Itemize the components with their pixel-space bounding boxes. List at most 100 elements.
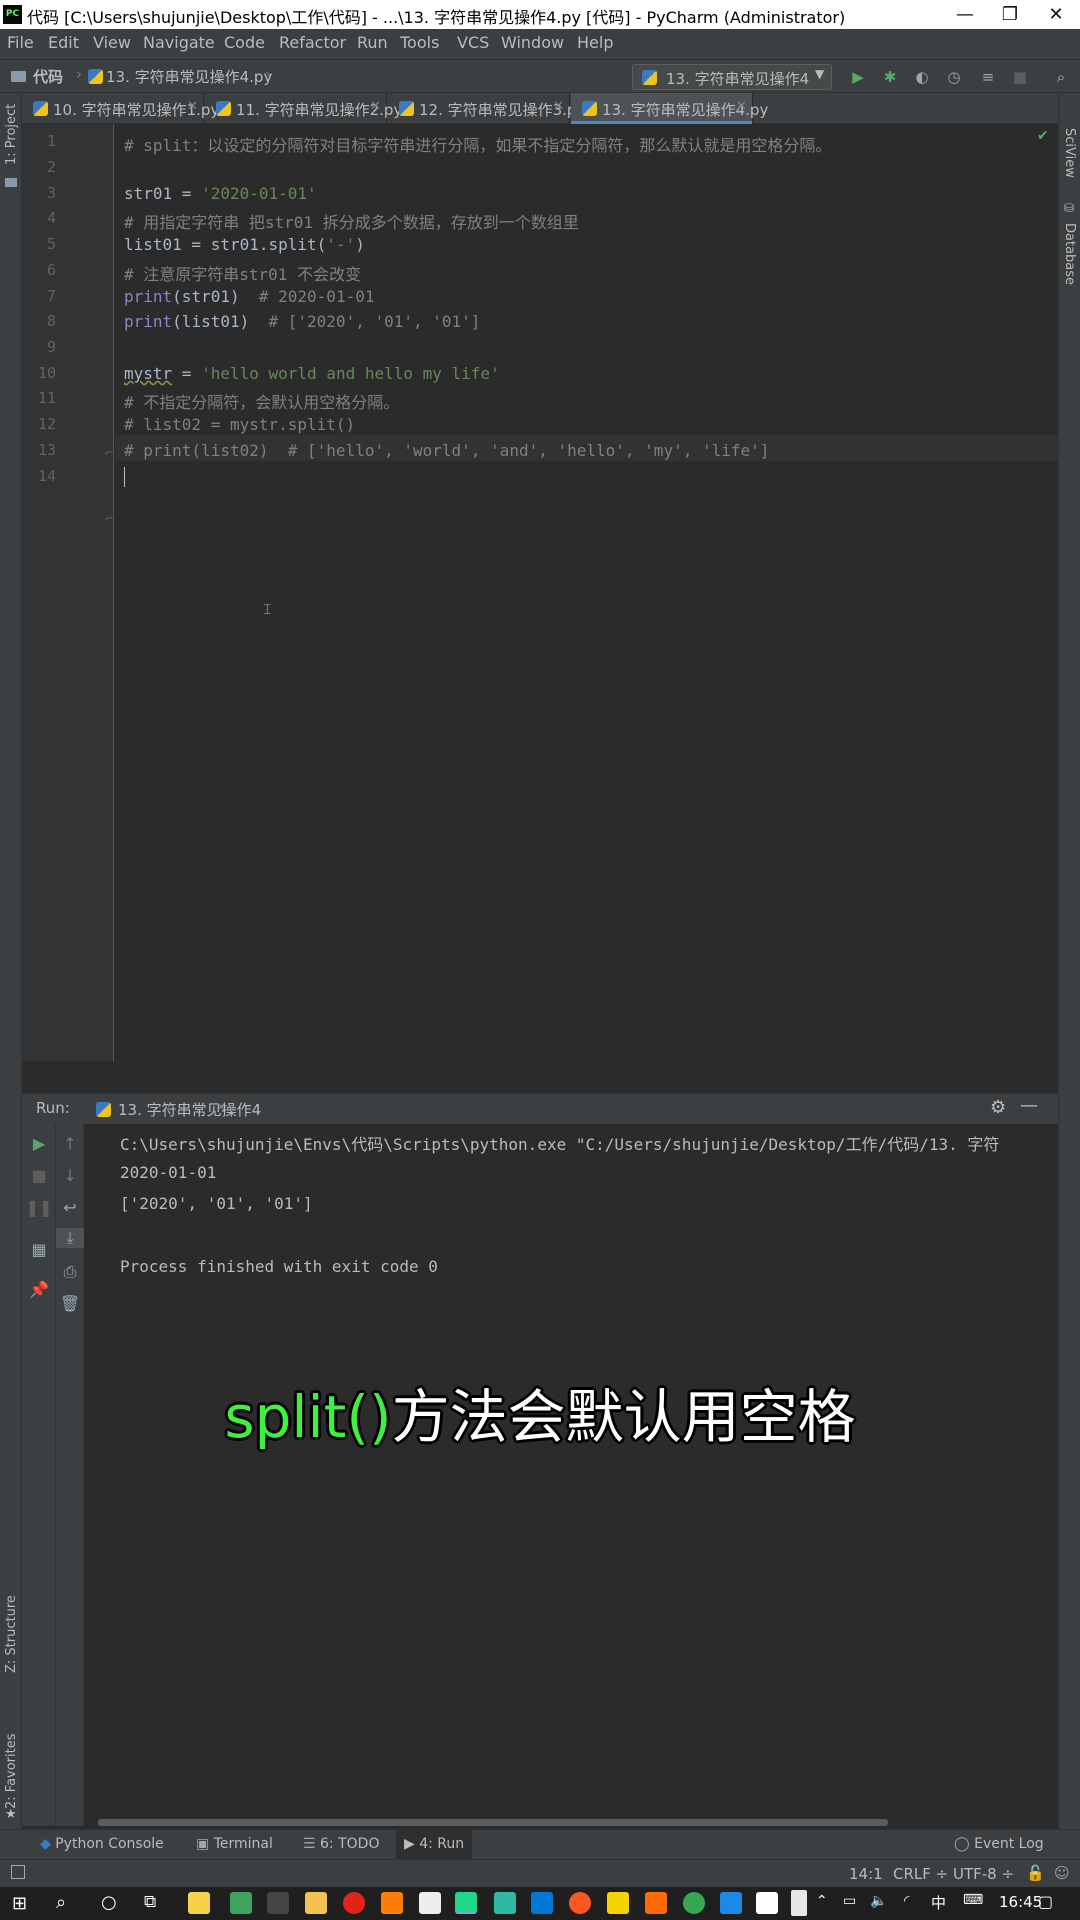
stop-icon[interactable]: ■ [1011, 68, 1029, 86]
fold-marker-icon[interactable]: ⌐ [105, 512, 114, 525]
trash-icon[interactable]: 🗑 [56, 1294, 84, 1313]
restore-button[interactable]: ❐ [990, 2, 1030, 27]
layout-icon[interactable]: ▦ [22, 1240, 56, 1259]
pause-icon[interactable]: ❚❚ [22, 1198, 56, 1217]
app-icon[interactable] [267, 1892, 289, 1914]
menu-edit[interactable]: Edit [48, 33, 79, 52]
run-tool-button-active[interactable]: ▶ 4: Run [396, 1830, 473, 1859]
app-icon[interactable] [419, 1892, 441, 1914]
app-icon[interactable] [720, 1892, 742, 1914]
wifi-icon[interactable]: ◜ [904, 1893, 909, 1909]
menu-file[interactable]: File [7, 33, 34, 52]
volume-icon[interactable]: 🔈 [870, 1893, 887, 1909]
app-icon[interactable] [683, 1892, 705, 1914]
app-icon[interactable] [230, 1892, 252, 1914]
minimize-button[interactable]: — [945, 2, 985, 27]
caret-position[interactable]: 14:1 [849, 1865, 883, 1883]
coverage-icon[interactable]: ◐ [913, 68, 931, 86]
breadcrumb-project[interactable]: 代码 [33, 66, 63, 87]
menu-code[interactable]: Code [224, 33, 265, 52]
horizontal-scrollbar[interactable] [98, 1819, 888, 1826]
menu-refactor[interactable]: Refactor [279, 33, 346, 52]
profile-icon[interactable]: ◷ [945, 68, 963, 86]
app-icon[interactable] [305, 1892, 327, 1914]
sciview-tool-button[interactable]: SciView [1062, 128, 1077, 178]
code-editor[interactable]: 1 2 3 4 5 6 7 8 9 10 11 12 13 14 ⌐ ⌐ ✔ #… [22, 124, 1058, 1061]
tab-file-1[interactable]: 10. 字符串常见操作1.py ✕ [22, 93, 219, 124]
search-icon[interactable]: ⌕ [56, 1892, 66, 1913]
ime-indicator[interactable]: 中 [931, 1892, 946, 1913]
app-icon[interactable] [645, 1892, 667, 1914]
line-separator-select[interactable]: CRLF ÷ [893, 1865, 948, 1883]
encoding-select[interactable]: UTF-8 ÷ [953, 1865, 1014, 1883]
soft-wrap-icon[interactable]: ↩ [56, 1198, 84, 1217]
keyboard-icon[interactable]: ⌨ [963, 1892, 983, 1908]
stop-run-icon[interactable]: ■ [22, 1166, 56, 1185]
pycharm-taskbar-icon[interactable] [455, 1892, 477, 1914]
notifications-icon[interactable]: ▢ [1038, 1892, 1053, 1911]
scroll-down-icon[interactable]: ↓ [56, 1166, 84, 1185]
close-tab-icon[interactable]: ✕ [553, 99, 564, 114]
app-icon[interactable] [343, 1892, 365, 1914]
close-tab-icon[interactable]: ✕ [736, 99, 747, 114]
structure-tool-button[interactable]: Z: Structure [4, 1595, 19, 1673]
menu-window[interactable]: Window [501, 33, 564, 52]
favorites-tool-button[interactable]: 2: Favorites [4, 1733, 19, 1809]
app-icon[interactable] [569, 1892, 591, 1914]
tab-file-4-active[interactable]: 13. 字符串常见操作4.py ✕ [571, 93, 768, 124]
breadcrumb-file[interactable]: 13. 字符串常见操作4.py [106, 66, 272, 87]
app-icon[interactable] [756, 1892, 778, 1914]
close-run-tab-icon[interactable]: ✕ [216, 1100, 226, 1114]
scrollbar-widget[interactable] [791, 1890, 807, 1916]
app-icon[interactable] [188, 1892, 210, 1914]
close-tab-icon[interactable]: ✕ [187, 99, 198, 114]
toggle-tool-windows-icon[interactable] [11, 1865, 25, 1879]
cortana-icon[interactable]: ○ [101, 1892, 117, 1913]
fold-marker-icon[interactable]: ⌐ [105, 446, 114, 459]
project-tool-button[interactable]: 1: Project [4, 104, 19, 165]
task-view-icon[interactable]: ⧉ [144, 1892, 156, 1912]
output-line: 2020-01-01 [120, 1163, 217, 1182]
app-icon[interactable] [381, 1892, 403, 1914]
battery-icon[interactable]: ▭ [843, 1893, 856, 1909]
inspector-icon[interactable]: ☺ [1054, 1864, 1070, 1882]
app-icon[interactable] [607, 1892, 629, 1914]
menu-navigate[interactable]: Navigate [143, 33, 215, 52]
todo-tool-button[interactable]: ☰ 6: TODO [303, 1836, 379, 1852]
debug-icon[interactable]: ✱ [881, 68, 899, 86]
concurrency-icon[interactable]: ≡ [979, 68, 997, 86]
lock-icon[interactable]: 🔓 [1026, 1864, 1045, 1882]
windows-start-icon[interactable]: ⊞ [12, 1893, 27, 1914]
pin-icon[interactable]: 📌 [22, 1280, 56, 1299]
menu-tools[interactable]: Tools [400, 33, 439, 52]
menu-vcs[interactable]: VCS [457, 33, 489, 52]
menu-run[interactable]: Run [357, 33, 388, 52]
chevron-up-icon[interactable]: ⌃ [816, 1893, 828, 1909]
run-tab-label[interactable]: 13. 字符串常见操作4 [118, 1099, 261, 1120]
close-button[interactable]: ✕ [1036, 2, 1076, 27]
run-configuration-select[interactable]: 13. 字符串常见操作4 ▼ [632, 64, 832, 90]
vscode-icon[interactable] [531, 1892, 553, 1914]
close-tab-icon[interactable]: ✕ [370, 99, 381, 114]
run-output-panel[interactable]: ▶ ■ ❚❚ ▦ 📌 ↑ ↓ ↩ ⤓ ⎙ 🗑 C:\Users\shujunji… [22, 1124, 1058, 1826]
gear-icon[interactable]: ⚙ [990, 1097, 1006, 1118]
inspection-ok-icon[interactable]: ✔ [1037, 128, 1049, 144]
tab-file-2[interactable]: 11. 字符串常见操作2.py ✕ [205, 93, 402, 124]
scroll-to-end-icon[interactable]: ⤓ [56, 1228, 84, 1248]
tab-file-3[interactable]: 12. 字符串常见操作3.py ✕ [388, 93, 585, 124]
clock[interactable]: 16:45 [999, 1893, 1042, 1911]
terminal-tool-button[interactable]: ▣ Terminal [196, 1836, 273, 1852]
code-line-12: # list02 = mystr.split() [124, 415, 356, 434]
database-tool-button[interactable]: Database [1062, 223, 1077, 285]
menu-help[interactable]: Help [577, 33, 613, 52]
hide-panel-icon[interactable]: — [1020, 1095, 1038, 1116]
search-icon[interactable]: ⌕ [1052, 68, 1070, 86]
app-icon[interactable] [494, 1892, 516, 1914]
python-console-tool-button[interactable]: ◆ Python Console [40, 1836, 164, 1852]
event-log-tool-button[interactable]: ◯ Event Log [954, 1836, 1044, 1852]
menu-view[interactable]: View [93, 33, 131, 52]
print-icon[interactable]: ⎙ [56, 1262, 84, 1282]
scroll-up-icon[interactable]: ↑ [56, 1134, 84, 1153]
rerun-icon[interactable]: ▶ [22, 1134, 56, 1153]
run-icon[interactable]: ▶ [849, 68, 867, 86]
